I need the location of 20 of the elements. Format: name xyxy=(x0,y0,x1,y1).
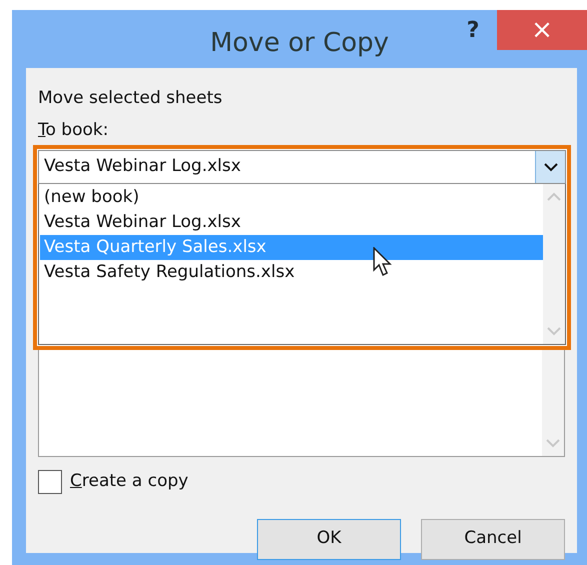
dialog-button[interactable]: Cancel xyxy=(421,518,565,560)
dropdown-option[interactable]: (new book) xyxy=(40,185,543,210)
help-button[interactable]: ? xyxy=(458,14,488,44)
scroll-up-icon xyxy=(547,192,561,201)
checkbox-label: Create a copy xyxy=(70,470,188,493)
field-label: To book: xyxy=(38,118,110,142)
chevron-down-icon xyxy=(544,162,558,172)
dropdown-button[interactable] xyxy=(535,151,565,183)
scrollbar[interactable] xyxy=(543,184,565,344)
book-combo-box[interactable]: Vesta Webinar Log.xlsx xyxy=(38,150,566,184)
dialog-button[interactable]: OK xyxy=(257,518,401,560)
close-button[interactable]: × xyxy=(497,10,587,50)
scroll-down-icon xyxy=(546,439,560,448)
dropdown-option[interactable]: Vesta Safety Regulations.xlsx xyxy=(40,260,543,285)
section-heading: Move selected sheets xyxy=(38,87,224,110)
scroll-down-icon xyxy=(547,327,561,336)
mouse-cursor-icon xyxy=(373,247,393,277)
dropdown-option[interactable]: Vesta Webinar Log.xlsx xyxy=(40,210,543,235)
window-title: Move or Copy xyxy=(210,27,389,60)
checkbox[interactable] xyxy=(38,470,62,494)
